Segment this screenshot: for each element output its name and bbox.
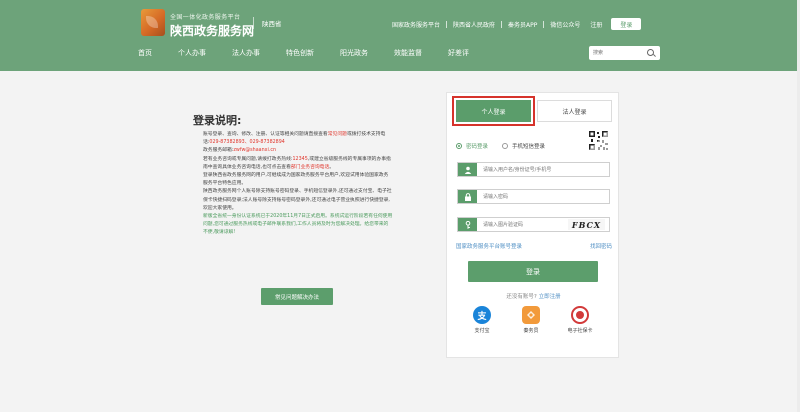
qr-code-login-icon[interactable] [588,130,609,151]
brand-title[interactable]: 陕西政务服务网 [170,22,254,39]
instruction-paragraph: 陕西政务服务网个人账号除支持账号密码登录、手机短信登录外,还可通过支付宝、电子社… [203,189,392,211]
password-field [457,189,610,204]
alipay-login[interactable]: 支 支付宝 [462,306,502,334]
instruction-paragraph: 政务服务邮箱:zwfw@shaanxi.cn [203,148,277,154]
instruction-paragraph: 登录陕西省政务服务网的用户,可继续成为国家政务服务平台用户,欢迎试用体验国家政务… [203,173,389,187]
alipay-label: 支付宝 [474,328,490,334]
toplink-app[interactable]: 秦务员APP [508,20,537,29]
support-phone: 029-87382893、029-87382894 [209,140,285,146]
instruction-notice: 新版全省统一身份认证系统已于2020年11月7日正式启用。系统试运行阶段若有任何… [203,214,393,236]
user-icon [458,163,477,176]
dept-phone-link[interactable]: 部门业务咨询电话 [291,165,329,170]
register-prompt: 还没有账号? 立即注册 [506,294,561,300]
login-method: 密码登录 手机短信登录 [456,142,545,150]
radio-password-label[interactable]: 密码登录 [466,142,488,150]
username-field [457,162,610,177]
search-box [589,46,660,60]
social-security-card-icon [571,306,589,324]
captcha-image[interactable]: FBCX [568,219,605,230]
login-instructions: 账号登录、查询、修改、注册、认证等相关问题请直接查看常见问题或拨打技术支持电话:… [203,131,393,238]
search-icon[interactable] [647,49,654,56]
username-input[interactable] [483,165,578,175]
alipay-icon: 支 [473,306,491,324]
login-card: 个人登录 法人登录 密码登录 手机短信登录 FBC [446,92,619,358]
toplink-national-platform[interactable]: 国家政务服务平台 [392,20,440,29]
captcha-field: FBCX [457,217,610,232]
lock-icon [458,190,477,203]
tab-corporate-login[interactable]: 法人登录 [537,100,612,122]
radio-sms-label[interactable]: 手机短信登录 [512,142,545,150]
search-input[interactable] [593,48,641,58]
hotline: 12345 [292,156,308,162]
social-security-card-login[interactable]: 电子社保卡 [560,306,600,334]
login-instructions-title: 登录说明: [193,114,242,127]
tab-personal-login[interactable]: 个人登录 [452,96,535,126]
qinwuyuan-label: 秦务员 [523,328,539,334]
nav-open-gov[interactable]: 阳光政务 [340,48,368,58]
radio-password[interactable] [456,143,462,149]
nav-corporate[interactable]: 法人办事 [232,48,260,58]
password-input[interactable] [483,192,578,202]
nav-home[interactable]: 首页 [138,48,152,58]
toplink-wechat[interactable]: 微信公众号 [550,20,580,29]
faq-button[interactable]: 常见问题解决办法 [261,288,333,305]
nav-personal[interactable]: 个人办事 [178,48,206,58]
national-platform-login-link[interactable]: 国家政务服务平台账号登录 [456,242,522,250]
radio-sms[interactable] [502,143,509,149]
instruction-paragraph: 若有业务咨询或专属问题,请拨打政务热线:12345,或建立省级服务线的专属事项的… [203,156,391,170]
support-email[interactable]: zwfw@shaanxi.cn [233,148,276,153]
main-nav: 首页 个人办事 法人办事 特色创新 阳光政务 效能监督 好差评 [138,48,495,58]
qinwuyuan-app-icon [522,306,540,324]
nav-rating[interactable]: 好差评 [448,48,469,58]
toplink-provincial-gov[interactable]: 陕西省人民政府 [453,20,495,29]
brand-divider [253,17,254,29]
nav-supervision[interactable]: 效能监督 [394,48,422,58]
social-security-card-label: 电子社保卡 [567,328,593,334]
key-icon [458,218,477,231]
register-now-link[interactable]: 立即注册 [539,294,561,300]
top-links: 国家政务服务平台 陕西省人民政府 秦务员APP 微信公众号 注册 登录 [392,18,642,30]
forgot-password-link[interactable]: 找回密码 [590,242,612,250]
region-selector[interactable]: 陕西省 [262,18,282,28]
register-link[interactable]: 注册 [590,20,602,29]
faq-link[interactable]: 常见问题 [328,132,347,137]
login-submit-button[interactable]: 登录 [468,261,598,282]
site-header: 全国一体化政务服务平台 陕西政务服务网 陕西省 国家政务服务平台 陕西省人民政府… [0,0,800,71]
nav-featured[interactable]: 特色创新 [286,48,314,58]
brand-subtitle: 全国一体化政务服务平台 [170,14,241,21]
header-login-button[interactable]: 登录 [611,18,642,30]
site-logo[interactable] [141,9,165,36]
qinwuyuan-login[interactable]: 秦务员 [511,306,551,334]
captcha-input[interactable] [483,220,578,230]
instruction-paragraph: 账号登录、查询、修改、注册、认证等相关问题请直接查看常见问题或拨打技术支持电话:… [203,132,386,146]
